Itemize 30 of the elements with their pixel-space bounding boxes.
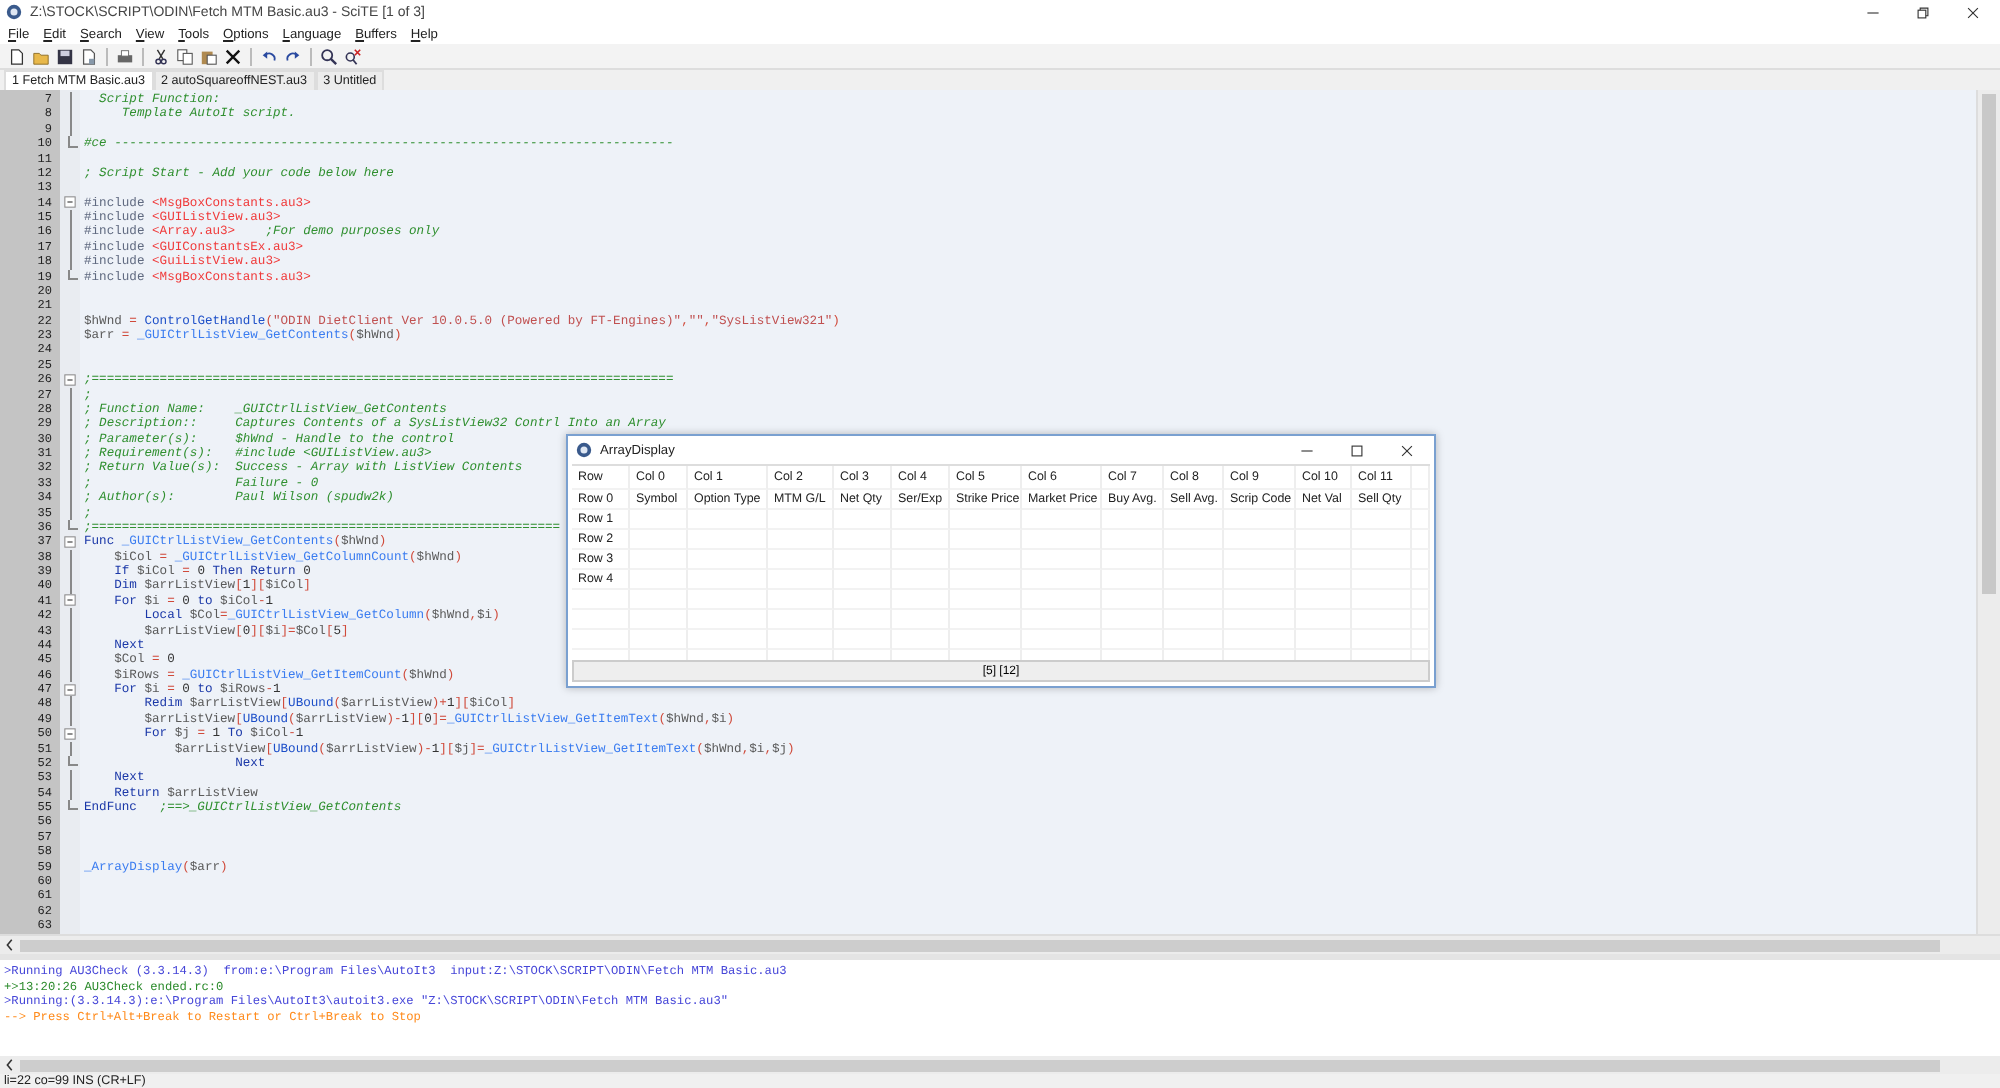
print-icon[interactable] <box>116 47 134 65</box>
delete-icon[interactable] <box>224 47 242 65</box>
collapse-icon[interactable] <box>64 683 76 696</box>
scroll-left-icon[interactable] <box>4 938 16 952</box>
replace-icon[interactable] <box>344 47 362 65</box>
scroll-left-icon[interactable] <box>4 1058 16 1072</box>
save-icon[interactable] <box>56 47 74 65</box>
redo-icon[interactable] <box>284 47 302 65</box>
restore-icon[interactable] <box>1916 5 1930 19</box>
scrollbar-thumb[interactable] <box>20 939 1940 951</box>
maximize-icon[interactable] <box>1350 443 1364 457</box>
cut-icon[interactable] <box>152 47 170 65</box>
search-icon[interactable] <box>320 47 338 65</box>
collapse-icon[interactable] <box>64 727 76 740</box>
collapse-icon[interactable] <box>64 196 76 209</box>
app-icon <box>6 4 22 20</box>
close-icon[interactable] <box>1400 443 1414 457</box>
scrollbar-thumb[interactable] <box>20 1059 1940 1071</box>
collapse-icon[interactable] <box>64 594 76 607</box>
scrollbar-thumb[interactable] <box>1982 94 1996 594</box>
collapse-icon[interactable] <box>64 535 76 548</box>
app-icon <box>576 442 592 458</box>
new-file-icon[interactable] <box>8 47 26 65</box>
document-icon[interactable] <box>80 47 98 65</box>
open-folder-icon[interactable] <box>32 47 50 65</box>
close-icon[interactable] <box>1966 5 1980 19</box>
undo-icon[interactable] <box>260 47 278 65</box>
collapse-icon[interactable] <box>64 373 76 386</box>
copy-icon[interactable] <box>176 47 194 65</box>
paste-icon[interactable] <box>200 47 218 65</box>
